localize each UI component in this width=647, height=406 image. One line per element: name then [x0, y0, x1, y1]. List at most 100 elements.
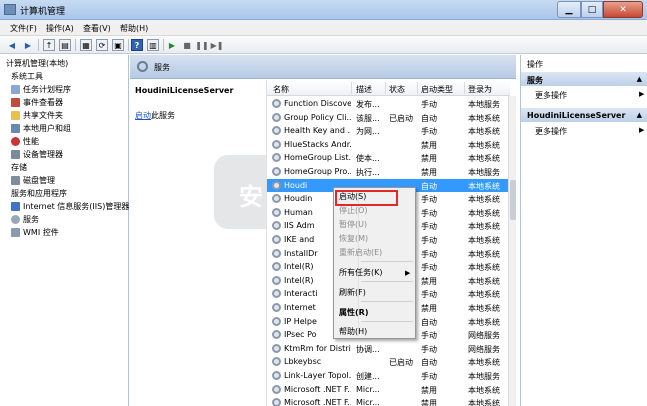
- table-row[interactable]: Function Discove... 发布... 手动 本地服务: [267, 97, 510, 111]
- tree-item-shared-folders[interactable]: 共享文件夹: [11, 110, 63, 121]
- start-service-icon[interactable]: ▶: [166, 39, 178, 51]
- menu-pause[interactable]: 暂停(U): [339, 219, 367, 230]
- menu-action[interactable]: 操作(A): [46, 23, 74, 34]
- service-gear-icon: [272, 207, 281, 217]
- help-icon[interactable]: ?: [131, 39, 143, 51]
- iis-icon: [11, 202, 20, 211]
- cell-logon: 本地系统: [468, 276, 500, 286]
- menu-stop[interactable]: 停止(O): [339, 205, 368, 216]
- tree-item-system-tools[interactable]: 系统工具: [11, 71, 43, 82]
- cell-logon: 本地系统: [468, 399, 500, 406]
- cell-logon: 网络服务: [468, 331, 500, 341]
- show-tree-icon[interactable]: ▤: [59, 39, 71, 51]
- device-manager-icon: [11, 150, 20, 159]
- tree-item-device-manager[interactable]: 设备管理器: [11, 149, 63, 160]
- column-name[interactable]: 名称: [273, 84, 289, 95]
- close-button[interactable]: ✕: [603, 1, 643, 18]
- action-pane-icon[interactable]: ▥: [147, 39, 159, 51]
- service-gear-icon: [272, 153, 281, 163]
- more-actions-selected-service[interactable]: 更多操作 ▶: [535, 126, 644, 137]
- menu-refresh[interactable]: 刷新(F): [339, 287, 366, 298]
- cell-desc: 执行...: [356, 168, 380, 177]
- column-startup-type[interactable]: 启动类型: [421, 84, 453, 95]
- tree-item-services[interactable]: 服务: [11, 214, 39, 225]
- cell-startup: 手动: [421, 208, 437, 218]
- users-icon: [11, 124, 20, 133]
- menu-help[interactable]: 帮助(H): [339, 326, 367, 337]
- forward-arrow-icon[interactable]: ▶: [22, 39, 34, 51]
- service-gear-icon: [272, 275, 281, 285]
- tree-root[interactable]: 计算机管理(本地): [6, 58, 68, 69]
- cell-name: Lbkeybsc: [284, 357, 322, 367]
- tree-item-local-users[interactable]: 本地用户和组: [11, 123, 71, 134]
- pause-service-icon[interactable]: ❚❚: [195, 39, 208, 51]
- more-actions-services[interactable]: 更多操作 ▶: [535, 90, 644, 101]
- menu-file[interactable]: 文件(F): [10, 23, 37, 34]
- cell-logon: 网络服务: [468, 344, 500, 354]
- column-description[interactable]: 描述: [356, 84, 372, 95]
- service-gear-icon: [272, 180, 281, 190]
- table-row[interactable]: HlueStacks Andr... 禁用 本地系统: [267, 138, 510, 152]
- tree-item-iis-manager[interactable]: Internet 信息服务(IIS)管理器: [11, 201, 129, 212]
- refresh-icon[interactable]: ⟳: [96, 39, 108, 51]
- export-list-icon[interactable]: ▣: [112, 39, 124, 51]
- menu-restart[interactable]: 重新启动(E): [339, 247, 382, 258]
- table-row[interactable]: Link-Layer Topol... 创建... 手动 本地服务: [267, 369, 510, 383]
- menu-help[interactable]: 帮助(H): [120, 23, 148, 34]
- service-gear-icon: [272, 289, 281, 299]
- restart-service-icon[interactable]: ▶❚: [211, 39, 224, 51]
- tree-item-performance[interactable]: 性能: [11, 136, 39, 147]
- tree-item-task-scheduler[interactable]: 任务计划程序: [11, 84, 71, 95]
- cell-logon: 本地系统: [468, 249, 500, 259]
- table-row[interactable]: Group Policy Cli... 该服... 已启动 自动 本地系统: [267, 111, 510, 125]
- table-row[interactable]: Health Key and ... 为网... 手动 本地系统: [267, 124, 510, 138]
- tree-item-wmi[interactable]: WMI 控件: [11, 227, 59, 238]
- service-gear-icon: [272, 371, 281, 380]
- cell-startup: 手动: [421, 331, 437, 341]
- cell-startup: 手动: [421, 236, 437, 245]
- service-gear-icon: [272, 357, 281, 367]
- service-gear-icon: [272, 330, 281, 340]
- disk-icon: [11, 176, 20, 185]
- menu-view[interactable]: 查看(V): [83, 23, 111, 34]
- table-row[interactable]: KtmRm for Distri... 协调... 手动 网络服务: [267, 342, 510, 356]
- minimize-button[interactable]: ▁: [557, 1, 581, 18]
- cell-startup: 手动: [421, 263, 437, 273]
- back-arrow-icon[interactable]: ◀: [6, 39, 18, 51]
- tree-item-event-viewer[interactable]: 事件查看器: [11, 97, 63, 108]
- services-header: 服务: [130, 55, 516, 79]
- actions-group-services[interactable]: 服务 ▲: [521, 72, 647, 86]
- tree-item-disk-management[interactable]: 磁盘管理: [11, 175, 55, 186]
- table-row[interactable]: HomeGroup List... 使本... 禁用 本地系统: [267, 151, 510, 165]
- table-row[interactable]: HomeGroup Pro... 执行... 禁用 本地服务: [267, 165, 510, 179]
- tree-item-services-apps[interactable]: 服务和应用程序: [11, 188, 67, 199]
- properties-icon[interactable]: ▦: [80, 39, 92, 51]
- table-row[interactable]: Microsoft .NET F... Micr... 禁用 本地系统: [267, 383, 510, 397]
- scrollbar-thumb[interactable]: [510, 180, 516, 220]
- column-status[interactable]: 状态: [389, 84, 405, 95]
- tree-item-storage[interactable]: 存储: [11, 162, 27, 173]
- maximize-button[interactable]: □: [581, 1, 603, 18]
- cell-startup: 自动: [421, 181, 437, 191]
- up-folder-icon[interactable]: ↑: [43, 39, 55, 51]
- table-row[interactable]: Lbkeybsc 已启动 自动 本地系统: [267, 355, 510, 369]
- actions-group-selected-service[interactable]: HoudiniLicenseServer ▲: [521, 108, 647, 122]
- list-header: 名称 描述 状态 启动类型 登录为: [267, 80, 510, 96]
- service-gear-icon: [272, 343, 281, 353]
- cell-logon: 本地系统: [468, 263, 500, 273]
- service-gear-icon: [272, 303, 281, 312]
- menu-all-tasks[interactable]: 所有任务(K): [339, 267, 383, 278]
- actions-title: 操作: [527, 60, 543, 69]
- cell-startup: 自动: [421, 113, 437, 123]
- table-row[interactable]: Microsoft .NET F... Micr... 禁用 本地系统: [267, 396, 510, 406]
- stop-service-icon[interactable]: ■: [181, 39, 193, 51]
- list-scrollbar[interactable]: [508, 96, 516, 406]
- service-gear-icon: [272, 112, 281, 122]
- cell-startup: 手动: [421, 344, 437, 354]
- cell-startup: 手动: [421, 127, 437, 137]
- start-service-link[interactable]: 启动: [135, 111, 151, 120]
- window-controls: ▁ □ ✕: [557, 1, 643, 18]
- menu-properties[interactable]: 属性(R): [339, 307, 368, 318]
- column-logon-as[interactable]: 登录为: [468, 84, 492, 95]
- menu-resume[interactable]: 恢复(M): [339, 233, 368, 244]
